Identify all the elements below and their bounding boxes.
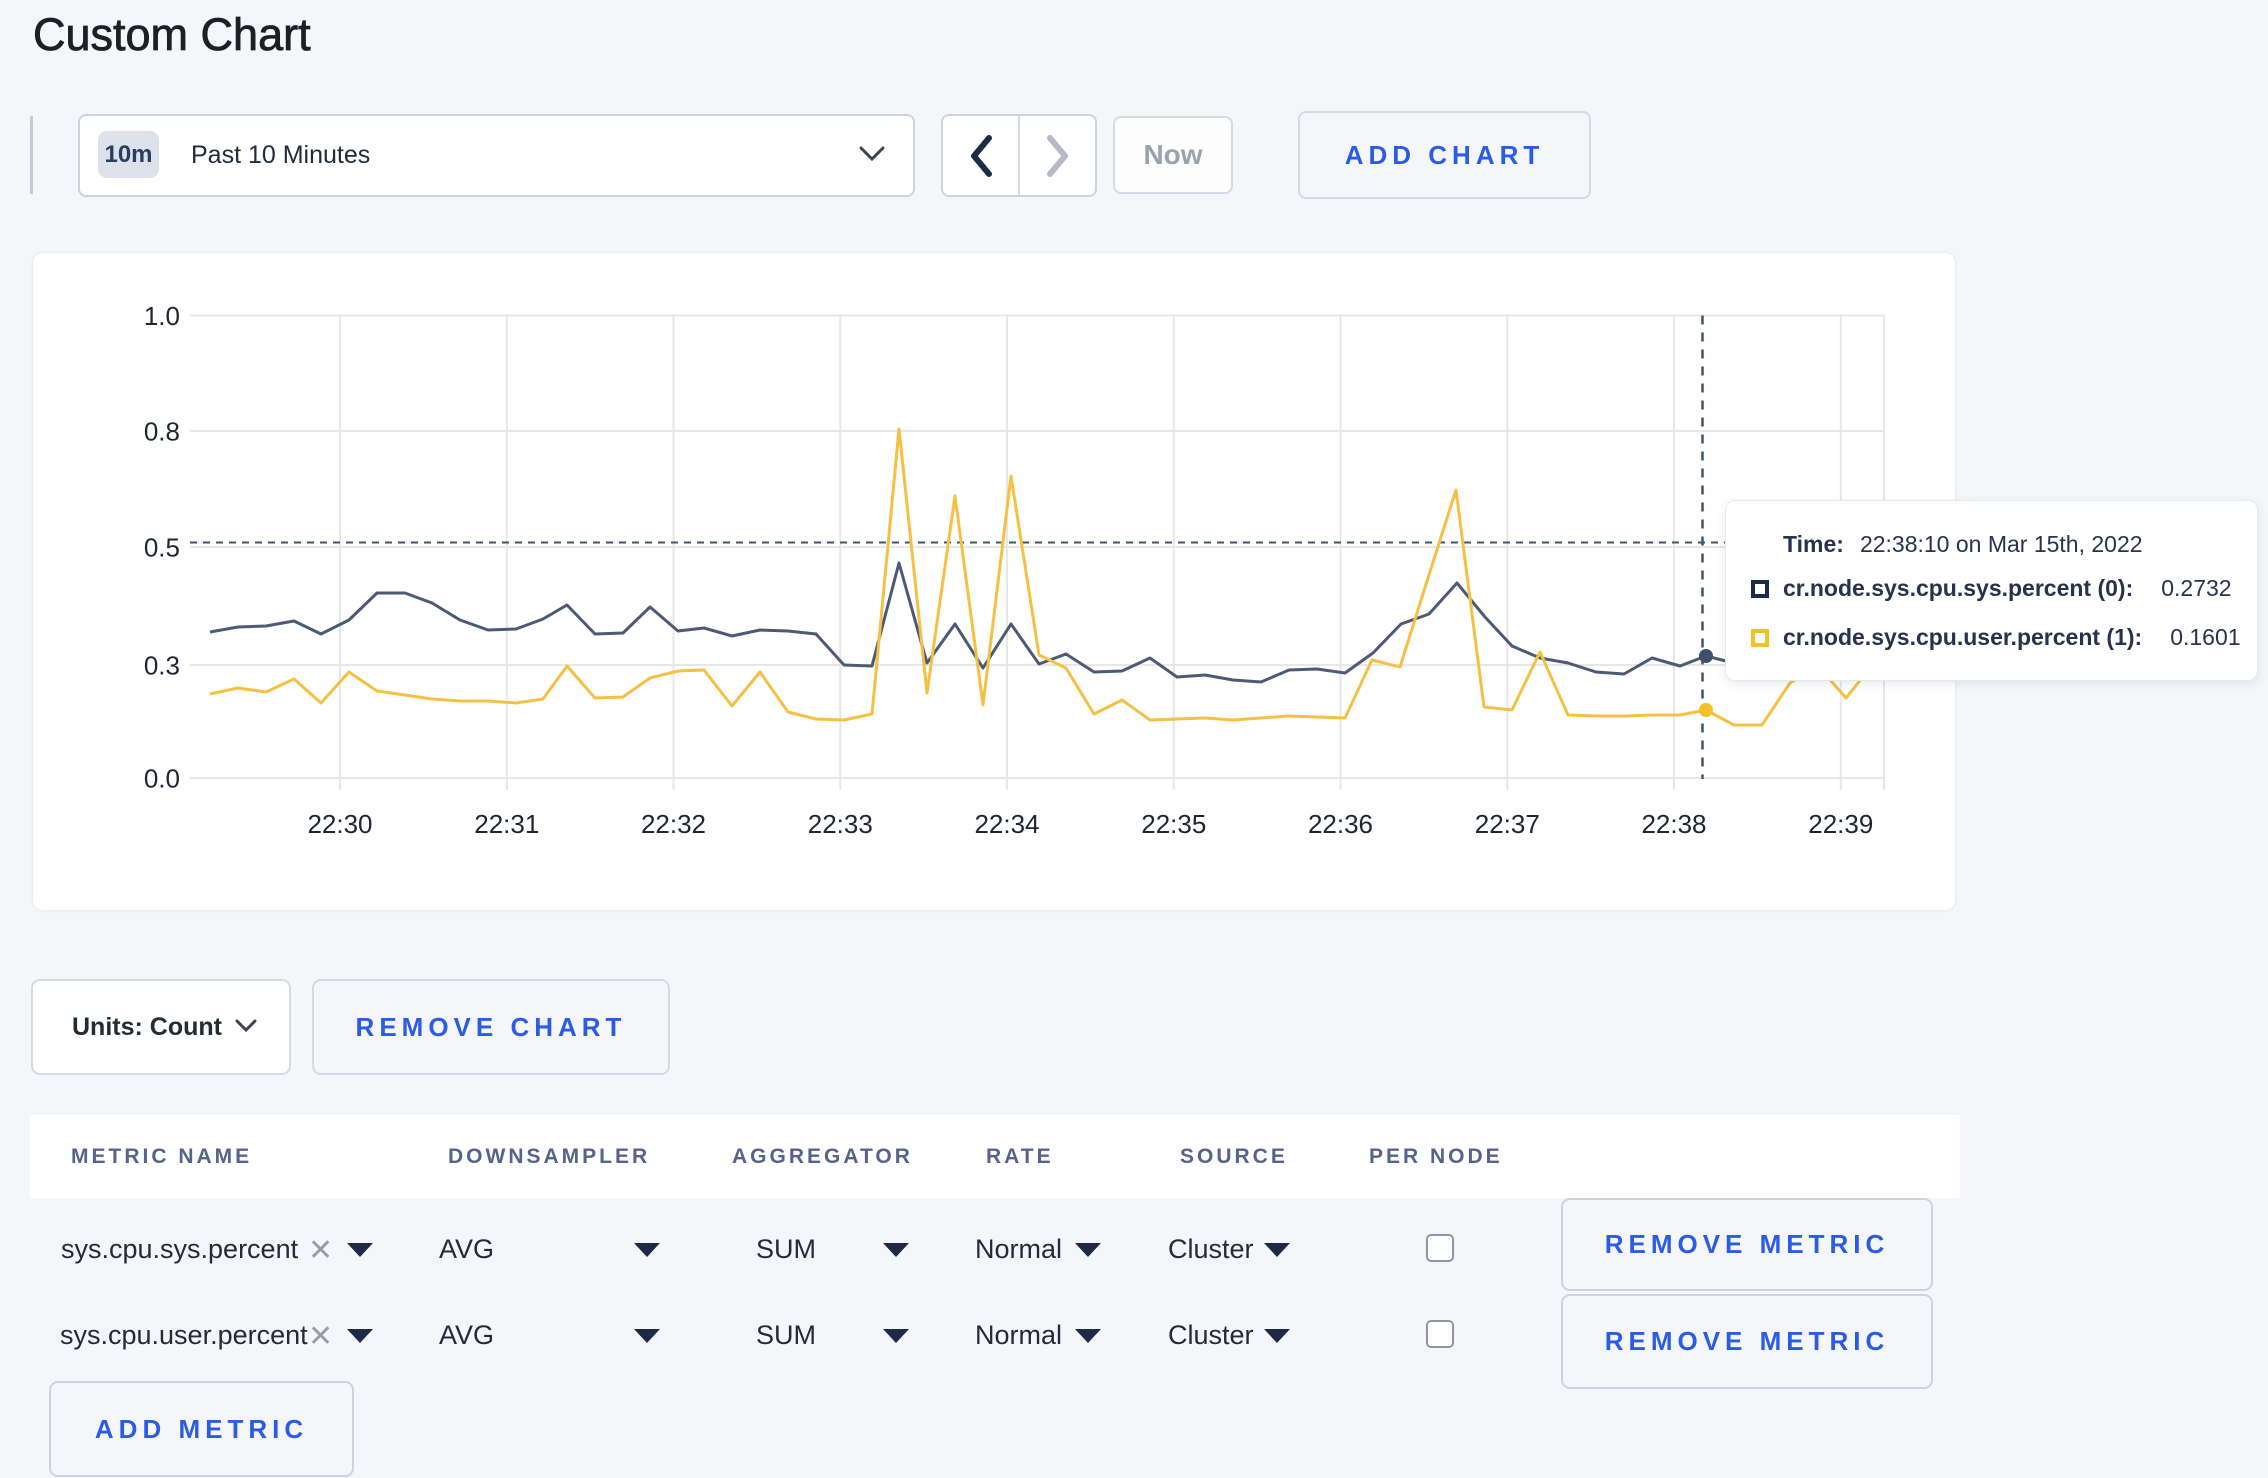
svg-text:22:35: 22:35	[1141, 809, 1206, 839]
svg-text:22:32: 22:32	[641, 809, 706, 839]
svg-text:0.8: 0.8	[144, 417, 180, 447]
svg-text:22:38: 22:38	[1641, 809, 1706, 839]
svg-text:22:36: 22:36	[1308, 809, 1373, 839]
svg-text:22:31: 22:31	[474, 809, 539, 839]
svg-text:22:33: 22:33	[808, 809, 873, 839]
svg-text:1.0: 1.0	[144, 301, 180, 331]
svg-text:0.5: 0.5	[144, 533, 180, 563]
svg-text:22:34: 22:34	[974, 809, 1039, 839]
svg-text:22:39: 22:39	[1808, 809, 1873, 839]
svg-text:0.3: 0.3	[144, 651, 180, 681]
svg-text:22:37: 22:37	[1475, 809, 1540, 839]
svg-text:0.0: 0.0	[144, 764, 180, 794]
svg-text:22:30: 22:30	[307, 809, 372, 839]
